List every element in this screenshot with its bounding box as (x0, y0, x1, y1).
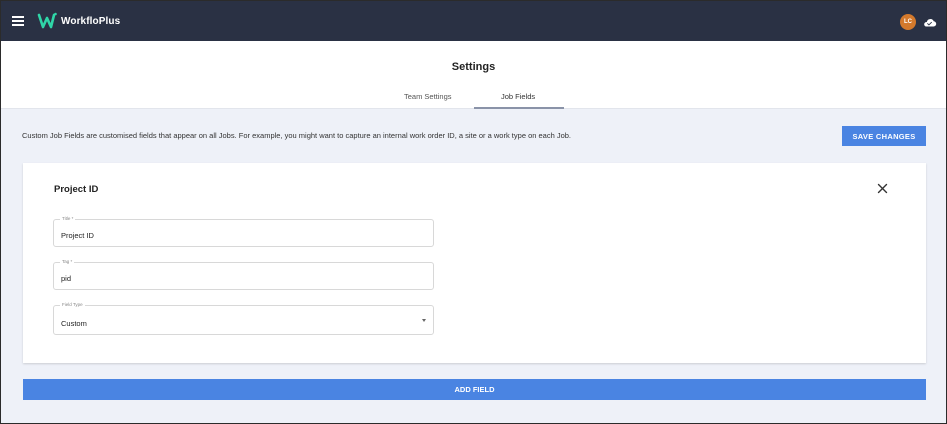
field-card: Project ID Title * Project ID Tag * pid … (23, 163, 926, 363)
add-field-button[interactable]: ADD FIELD (23, 379, 926, 400)
dropdown-arrow-icon[interactable] (422, 319, 426, 322)
app-logo[interactable]: WorkfloPlus (37, 12, 120, 30)
title-field[interactable]: Title * Project ID (53, 216, 434, 247)
save-changes-button[interactable]: SAVE CHANGES (842, 126, 926, 146)
tag-field-label: Tag * (60, 259, 75, 264)
field-card-title: Project ID (54, 184, 99, 195)
close-icon[interactable] (877, 183, 888, 194)
active-tab-indicator (474, 107, 564, 109)
job-fields-description: Custom Job Fields are customised fields … (22, 131, 572, 140)
field-type-select[interactable]: Field Type Custom (53, 302, 434, 335)
app-window: WorkfloPlus LC Settings Team Settings Jo… (0, 0, 947, 424)
cloud-icon[interactable] (922, 15, 937, 30)
field-type-value: Custom (61, 319, 87, 328)
avatar[interactable]: LC (900, 14, 916, 30)
app-name: WorkfloPlus (61, 15, 121, 27)
tab-team-settings[interactable]: Team Settings (404, 92, 452, 101)
tab-job-fields[interactable]: Job Fields (501, 92, 535, 101)
field-type-label: Field Type (60, 302, 85, 307)
title-field-value: Project ID (61, 231, 94, 240)
tag-field[interactable]: Tag * pid (53, 259, 434, 290)
hamburger-icon[interactable] (12, 16, 24, 26)
title-field-label: Title * (60, 216, 76, 221)
tag-field-value: pid (61, 274, 72, 283)
top-bar: WorkfloPlus LC (1, 1, 946, 41)
page-title: Settings (451, 61, 496, 73)
settings-header: Settings Team Settings Job Fields (1, 41, 946, 109)
workfloplus-logo-icon (37, 12, 57, 29)
